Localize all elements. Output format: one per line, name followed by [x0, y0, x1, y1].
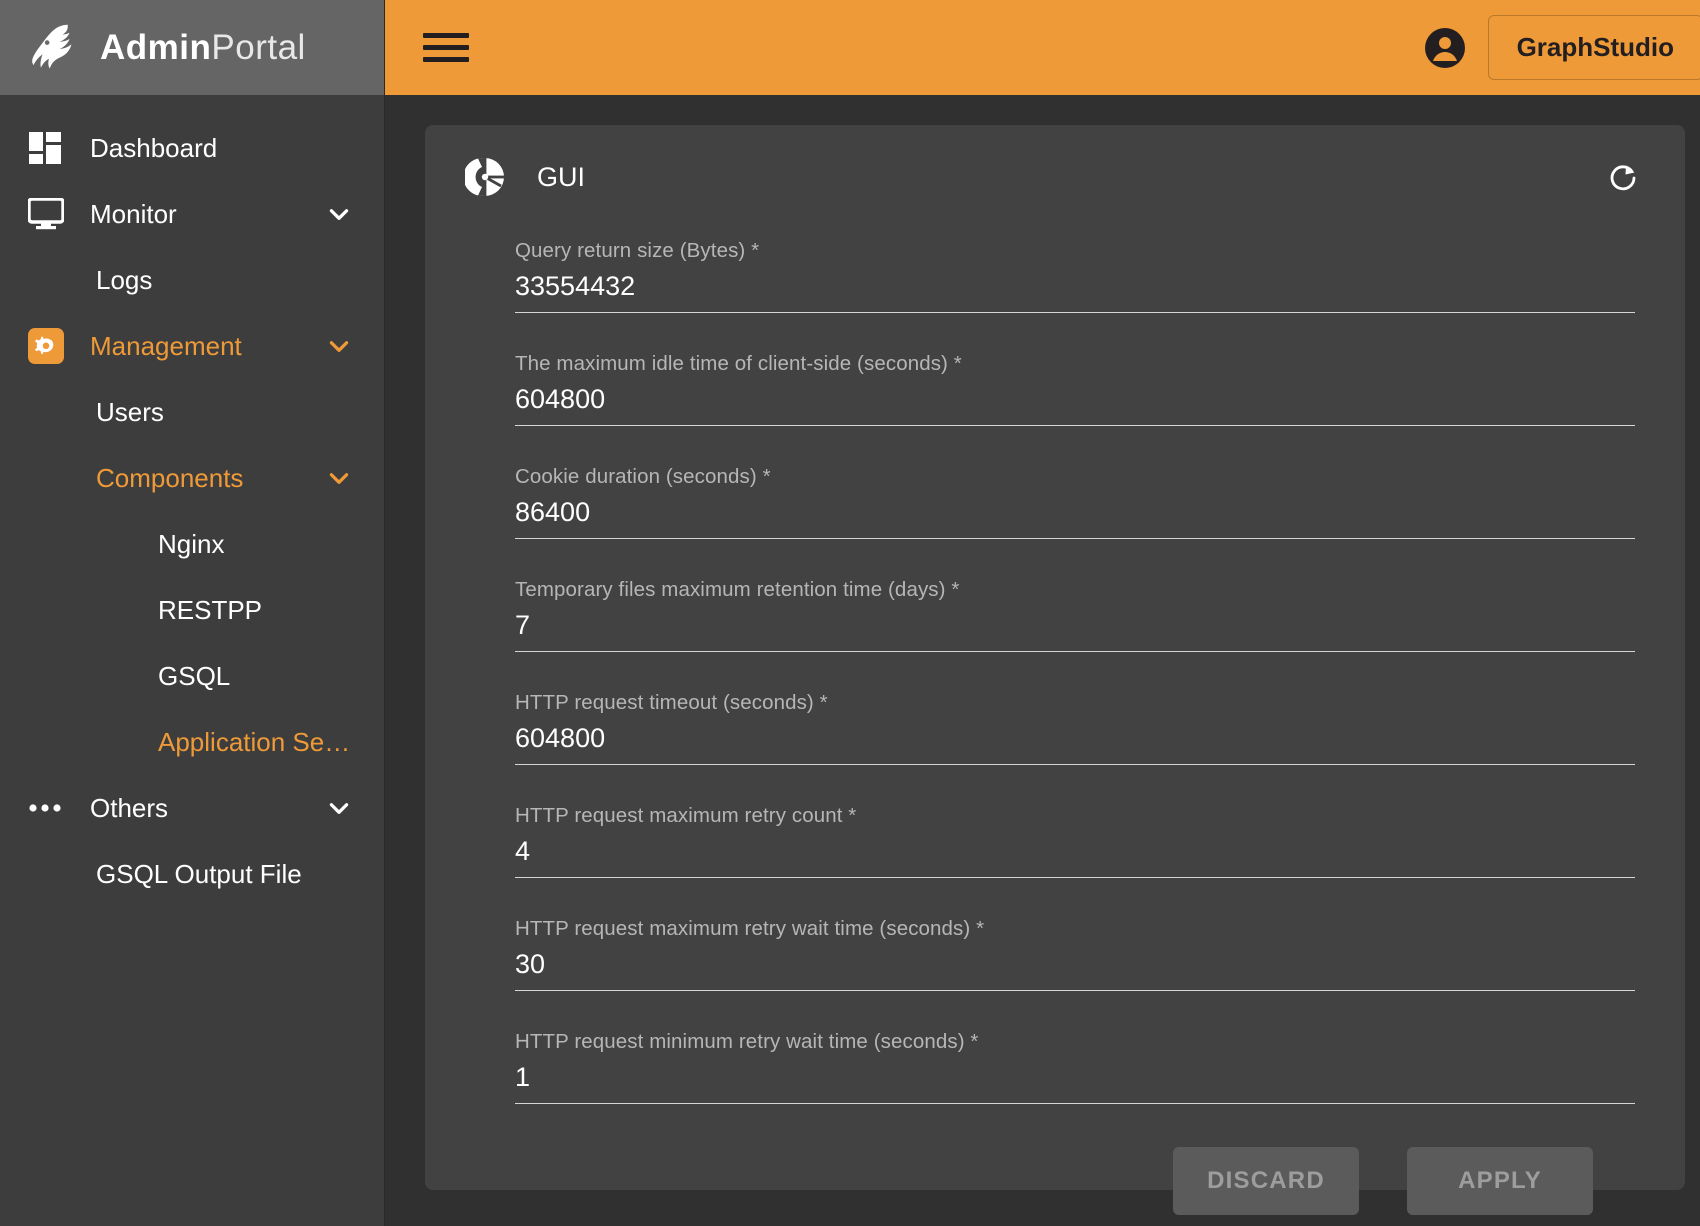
chevron-down-icon[interactable]: [324, 793, 354, 823]
hamburger-menu-icon[interactable]: [423, 25, 469, 71]
query-return-size-input[interactable]: 33554432: [515, 271, 1635, 313]
sidebar-item-label: Users: [96, 396, 164, 427]
top-bar: GraphStudio: [385, 0, 1700, 95]
main-area: GraphStudio GUI Query return size (Bytes…: [385, 0, 1700, 1226]
http-max-retry-count-input[interactable]: 4: [515, 836, 1635, 878]
brand-title-light: Portal: [211, 27, 306, 67]
sidebar-item-nginx[interactable]: Nginx: [0, 511, 384, 577]
sidebar: AdminPortal Dashboard Monitor Logs Manag…: [0, 0, 385, 1226]
http-min-retry-wait-input[interactable]: 1: [515, 1062, 1635, 1104]
sidebar-item-label: Management: [90, 330, 242, 361]
field-cookie-duration: Cookie duration (seconds) * 86400: [515, 465, 1635, 539]
discard-button[interactable]: DISCARD: [1173, 1147, 1359, 1215]
sidebar-nav: Dashboard Monitor Logs Management Users …: [0, 95, 384, 1226]
sidebar-item-dashboard[interactable]: Dashboard: [0, 115, 384, 181]
max-idle-time-input[interactable]: 604800: [515, 384, 1635, 426]
hamburger-bar: [423, 45, 469, 50]
sidebar-item-others[interactable]: Others: [0, 775, 384, 841]
card-title: GUI: [537, 161, 586, 192]
sidebar-item-application-server[interactable]: Application Serv…: [0, 709, 384, 775]
dragon-head-icon: [28, 22, 86, 74]
brand-title-bold: Admin: [100, 27, 212, 67]
field-temp-files-retention: Temporary files maximum retention time (…: [515, 578, 1635, 652]
field-label: HTTP request timeout (seconds) *: [515, 691, 828, 714]
graphstudio-button[interactable]: GraphStudio: [1487, 15, 1700, 80]
sidebar-item-users[interactable]: Users: [0, 379, 384, 445]
ellipsis-icon: [28, 788, 72, 828]
pie-chart-icon: [463, 157, 505, 197]
sidebar-item-restpp[interactable]: RESTPP: [0, 577, 384, 643]
field-query-return-size: Query return size (Bytes) * 33554432: [515, 239, 1635, 313]
http-request-timeout-input[interactable]: 604800: [515, 723, 1635, 765]
form-actions: DISCARD APPLY: [515, 1143, 1635, 1215]
apply-button[interactable]: APPLY: [1407, 1147, 1593, 1215]
sidebar-item-label: Nginx: [158, 528, 225, 559]
sidebar-item-components[interactable]: Components: [0, 445, 384, 511]
account-circle-icon[interactable]: [1424, 27, 1466, 69]
sidebar-item-label: RESTPP: [158, 594, 263, 625]
field-label: HTTP request maximum retry wait time (se…: [515, 917, 985, 940]
refresh-icon[interactable]: [1601, 155, 1645, 199]
brand-title: AdminPortal: [100, 28, 306, 68]
sidebar-item-management[interactable]: Management: [0, 313, 384, 379]
chevron-down-icon[interactable]: [324, 463, 354, 493]
settings-form: Query return size (Bytes) * 33554432 The…: [465, 213, 1645, 1215]
field-http-min-retry-wait: HTTP request minimum retry wait time (se…: [515, 1030, 1635, 1104]
app-root: AdminPortal Dashboard Monitor Logs Manag…: [0, 0, 1700, 1226]
sidebar-item-label: Monitor: [90, 198, 177, 229]
temp-files-retention-input[interactable]: 7: [515, 610, 1635, 652]
sidebar-item-label: Logs: [96, 264, 153, 295]
field-label: Cookie duration (seconds) *: [515, 465, 771, 488]
field-http-max-retry-count: HTTP request maximum retry count * 4: [515, 804, 1635, 878]
sidebar-item-label: Dashboard: [90, 132, 218, 163]
sidebar-item-label: Others: [90, 792, 169, 823]
sidebar-item-label: Application Serv…: [158, 726, 354, 757]
gear-settings-icon: [28, 326, 72, 366]
http-max-retry-wait-input[interactable]: 30: [515, 949, 1635, 991]
card-header: GUI: [463, 155, 1645, 199]
hamburger-bar: [423, 57, 469, 62]
sidebar-item-monitor[interactable]: Monitor: [0, 181, 384, 247]
sidebar-item-label: Components: [96, 462, 244, 493]
dashboard-grid-icon: [28, 128, 72, 168]
field-label: The maximum idle time of client-side (se…: [515, 352, 962, 375]
sidebar-item-label: GSQL Output File: [96, 858, 302, 889]
hamburger-bar: [423, 33, 469, 38]
chevron-down-icon[interactable]: [324, 331, 354, 361]
settings-card: GUI Query return size (Bytes) * 33554432: [425, 125, 1685, 1215]
field-max-idle-time: The maximum idle time of client-side (se…: [515, 352, 1635, 426]
field-http-request-timeout: HTTP request timeout (seconds) * 604800: [515, 691, 1635, 765]
field-label: HTTP request minimum retry wait time (se…: [515, 1030, 979, 1053]
sidebar-item-gsql-output-file[interactable]: GSQL Output File: [0, 841, 384, 907]
sidebar-item-label: GSQL: [158, 660, 231, 691]
sidebar-item-logs[interactable]: Logs: [0, 247, 384, 313]
brand-header: AdminPortal: [0, 0, 384, 95]
field-label: Temporary files maximum retention time (…: [515, 578, 960, 601]
chevron-down-icon[interactable]: [324, 199, 354, 229]
field-label: Query return size (Bytes) *: [515, 239, 760, 262]
field-http-max-retry-wait: HTTP request maximum retry wait time (se…: [515, 917, 1635, 991]
sidebar-item-gsql[interactable]: GSQL: [0, 643, 384, 709]
field-label: HTTP request maximum retry count *: [515, 804, 857, 827]
monitor-display-icon: [28, 194, 72, 234]
cookie-duration-input[interactable]: 86400: [515, 497, 1635, 539]
content-area: GUI Query return size (Bytes) * 33554432: [385, 95, 1700, 1226]
